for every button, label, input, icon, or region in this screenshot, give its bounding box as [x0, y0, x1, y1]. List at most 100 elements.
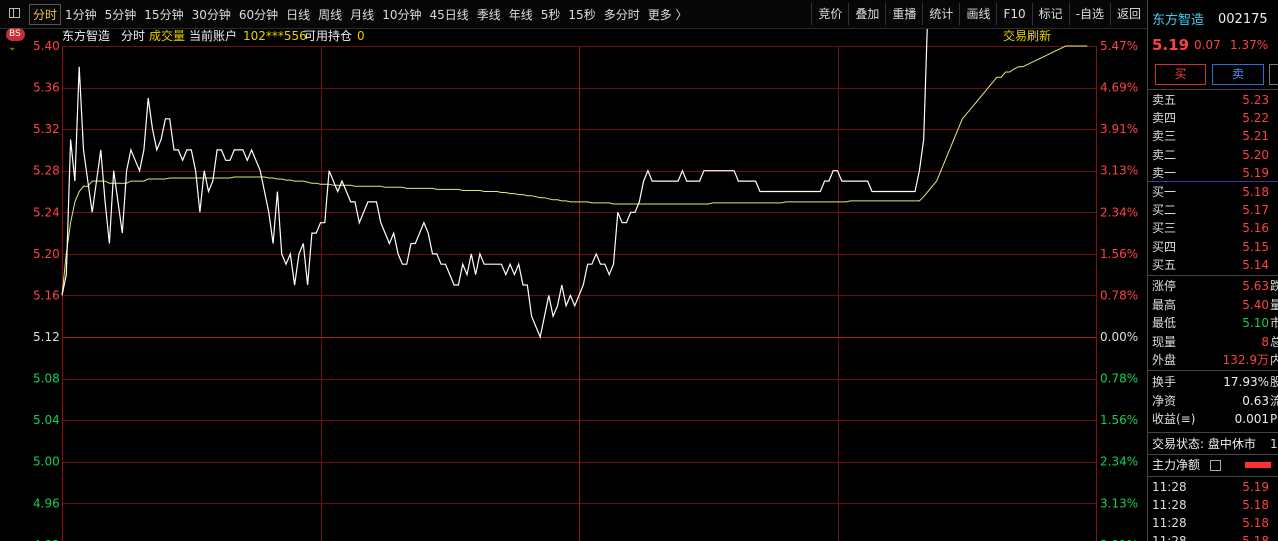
tab-timeframe-11[interactable]: 季线 [473, 4, 505, 25]
tick-row-value: 5.18 [1242, 516, 1269, 530]
sell-button[interactable]: 卖 [1212, 64, 1264, 85]
tab-timeframe-14[interactable]: 15秒 [564, 4, 599, 25]
tab-timeframe-4[interactable]: 30分钟 [188, 4, 235, 25]
stat-row: 最低 5.10市 [1152, 314, 1278, 332]
bid-row-value: 5.17 [1242, 203, 1269, 218]
net-bar [1245, 462, 1271, 468]
tab-timeframe-2[interactable]: 5分钟 [101, 4, 141, 25]
tab-timeframe-15[interactable]: 多分时 [600, 4, 644, 25]
trade-status: 交易状态: 盘中休市 [1152, 437, 1256, 451]
layout-icon[interactable] [9, 8, 20, 18]
tab-timeframe-10[interactable]: 45日线 [425, 4, 472, 25]
bid-row: 买四 5.15 [1152, 238, 1278, 256]
price-tick-label: 5.28 [33, 164, 60, 178]
stock-name: 东方智造 [62, 29, 111, 43]
stat2-row: 收益(≡) 0.001 P [1152, 410, 1278, 428]
toolbar-button-7[interactable]: -自选 [1068, 3, 1110, 25]
pct-tick-label: 2.34% [1100, 455, 1138, 469]
toolbar-button-3[interactable]: 统计 [922, 3, 959, 25]
buy-button[interactable]: 买 [1155, 64, 1206, 85]
pct-tick-label: 3.13% [1100, 164, 1138, 178]
stock-header: 东方智造 002175 [1152, 11, 1278, 29]
book-divider [1148, 181, 1278, 182]
toolbar-button-5[interactable]: F10 [996, 3, 1031, 25]
toolbar-button-4[interactable]: 画线 [959, 3, 996, 25]
tick-row: 11:28 5.18 [1152, 496, 1278, 514]
tab-timeframe-0[interactable]: 分时 [29, 3, 62, 25]
quote-panel: 东方智造 002175 5.19 0.07 1.37% 买 卖 卖五 5.23 卖四… [1147, 0, 1278, 541]
stat2-row-value: 17.93% [1223, 375, 1269, 389]
bid-row: 买一 5.18 [1152, 183, 1278, 201]
bid-row-value: 5.15 [1242, 239, 1269, 254]
ask-row: 卖二 5.20 [1152, 146, 1278, 164]
stat2-row-value: 0.63 [1242, 393, 1269, 408]
tick-row-label: 11:28 [1152, 480, 1187, 494]
price-tick-label: 5.20 [33, 247, 60, 261]
chevron-down-icon[interactable]: ⌄ [8, 42, 16, 53]
ask-row-label: 卖五 [1152, 93, 1177, 107]
price-tick-label: 5.24 [33, 205, 60, 219]
ask-row: 卖四 5.22 [1152, 109, 1278, 127]
ask-row-value: 5.21 [1242, 129, 1269, 144]
divider [1148, 476, 1278, 477]
tab-timeframe-12[interactable]: 年线 [505, 4, 537, 25]
stat2-row-label: 收益(≡) [1152, 412, 1196, 427]
price-tick-label: 5.08 [33, 372, 60, 386]
tab-timeframe-3[interactable]: 15分钟 [140, 4, 187, 25]
bid-row-value: 5.18 [1242, 185, 1269, 199]
account-number: 102***556 [243, 29, 307, 43]
menu-icon[interactable] [1210, 460, 1221, 471]
price-tick-label: 5.32 [33, 122, 60, 136]
stat-row-value: 5.10 [1242, 316, 1269, 331]
bid-row-label: 买一 [1152, 185, 1177, 199]
price-axis-labels: 5.405.365.325.285.245.205.165.125.085.04… [33, 39, 60, 541]
toolbar-button-6[interactable]: 标记 [1031, 3, 1069, 25]
tab-timeframe-16[interactable]: 更多 〉 [644, 4, 692, 25]
tab-timeframe-9[interactable]: 10分钟 [378, 4, 425, 25]
bid-row: 买三 5.16 [1152, 219, 1278, 237]
ask-row-value: 5.23 [1242, 93, 1269, 107]
intraday-chart[interactable]: 5.405.365.325.285.245.205.165.125.085.04… [0, 0, 1147, 541]
price-tick-label: 5.16 [33, 288, 60, 302]
trade-status-row: 交易状态: 盘中休市 1 [1152, 435, 1278, 453]
tab-timeframe-13[interactable]: 5秒 [537, 4, 565, 25]
chart-info-bar: BS ⌄ 东方智造 分时 成交量 当前账户 102***556 可用持仓 0 交… [0, 28, 1100, 53]
stat2-row-trail: 流 [1270, 392, 1278, 410]
mode-label: 分时 [121, 29, 146, 43]
pct-tick-label: 3.13% [1100, 496, 1138, 510]
price-tick-label: 5.36 [33, 81, 60, 95]
refresh-button[interactable]: 交易刷新 [1003, 28, 1051, 44]
pct-tick-label: 4.69% [1100, 81, 1138, 95]
tick-row-label: 11:28 [1152, 498, 1187, 512]
toolbar-button-1[interactable]: 叠加 [848, 3, 885, 25]
stat-row: 外盘 132.9万内 [1152, 351, 1278, 369]
price-change: 0.07 [1194, 38, 1221, 52]
stat-row-value: 132.9万 [1222, 353, 1269, 368]
stat-row-label: 现量 [1152, 334, 1177, 349]
more-button[interactable] [1269, 64, 1278, 85]
stat2-row-trail: P [1270, 412, 1278, 427]
divider [1148, 89, 1278, 90]
tab-timeframe-8[interactable]: 月线 [346, 4, 378, 25]
ask-row-label: 卖三 [1152, 129, 1177, 144]
tab-timeframe-7[interactable]: 周线 [314, 4, 346, 25]
toolbar-button-2[interactable]: 重播 [885, 3, 922, 25]
pct-tick-label: 5.47% [1100, 39, 1138, 53]
volume-label[interactable]: 成交量 [149, 28, 185, 44]
tick-row: 11:28 5.19 [1152, 478, 1278, 496]
stat-row-label: 涨停 [1152, 279, 1177, 293]
tab-timeframe-1[interactable]: 1分钟 [61, 4, 101, 25]
ask-row-label: 卖四 [1152, 111, 1177, 126]
tab-timeframe-5[interactable]: 60分钟 [235, 4, 282, 25]
ask-row-label: 卖一 [1152, 165, 1177, 180]
tick-row-value: 5.18 [1242, 534, 1269, 541]
tick-row-value: 5.18 [1242, 498, 1269, 512]
ask-row-value: 5.20 [1242, 147, 1269, 162]
tick-row-label: 11:28 [1152, 534, 1187, 541]
toolbar-button-0[interactable]: 竞价 [811, 3, 848, 25]
bs-badge[interactable]: BS [6, 28, 25, 41]
stat-row-trail: 总 [1270, 333, 1278, 351]
stat-row-label: 最低 [1152, 316, 1177, 331]
toolbar-button-8[interactable]: 返回 [1109, 3, 1147, 25]
tab-timeframe-6[interactable]: 日线 [282, 4, 314, 25]
